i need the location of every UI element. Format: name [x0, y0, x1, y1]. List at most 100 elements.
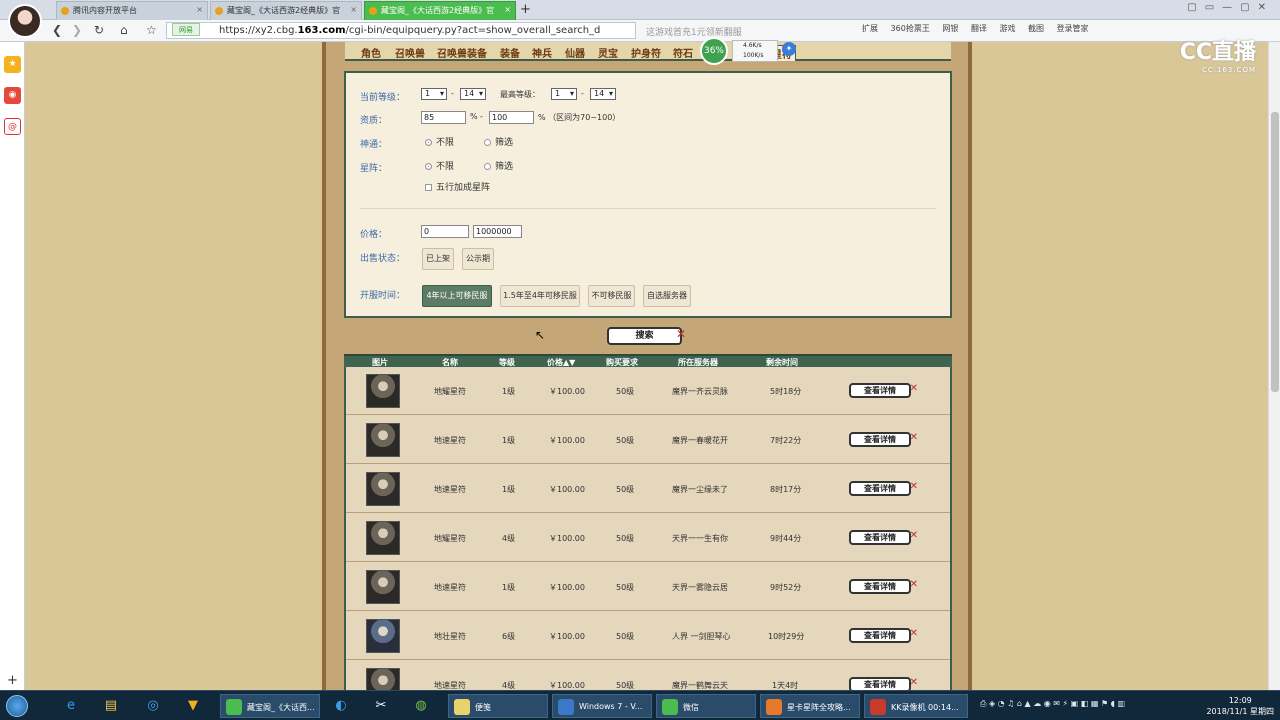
app-icon[interactable]: ◐: [328, 694, 354, 718]
login-manager[interactable]: 登录管家: [1057, 24, 1089, 33]
tab-cbg-active[interactable]: 藏宝阁_《大话西游2经典版》官 ×: [364, 1, 516, 20]
close-icon[interactable]: ×: [196, 5, 203, 14]
app-icon[interactable]: ◍: [408, 694, 434, 718]
open-time-no-migrate-button[interactable]: 不可移民服: [588, 285, 635, 307]
menu-amulet[interactable]: 护身符: [631, 45, 661, 60]
close-icon[interactable]: ×: [504, 5, 511, 14]
item-thumbnail[interactable]: [366, 374, 400, 408]
speed-widget[interactable]: 36% 4.6K/s 100K/s ✦: [700, 37, 810, 65]
current-level-from-select[interactable]: 1: [421, 88, 447, 100]
tab-cbg-1[interactable]: 藏宝阁_《大话西游2经典版》官 ×: [210, 1, 362, 20]
task-browser[interactable]: 藏宝阁_《大话西...: [220, 694, 320, 718]
price-to-input[interactable]: 1000000: [473, 225, 522, 238]
reload-icon[interactable]: ↻: [94, 23, 104, 37]
menu-xianqi[interactable]: 仙器: [565, 45, 585, 60]
app-icon[interactable]: ◎: [140, 694, 166, 718]
start-button[interactable]: [6, 695, 28, 717]
browser-tab-bar: 腾讯内容开放平台 × 藏宝阁_《大话西游2经典版》官 × 藏宝阁_《大话西游2经典版…: [0, 0, 1280, 20]
quality-to-input[interactable]: 100: [489, 111, 534, 124]
system-tray[interactable]: ⎙ ◈ ◔ ♫ ⌂ ▲ ☁ ◉ ✉ ⚡ ▣ ◧ ▦ ⚑ ◖ ▥: [980, 699, 1125, 709]
forward-icon[interactable]: ❯: [72, 23, 82, 37]
menu-fushi[interactable]: 符石: [673, 45, 693, 60]
max-level-to-select[interactable]: 14: [590, 88, 616, 100]
task-notes[interactable]: 便笺: [448, 694, 548, 718]
add-icon[interactable]: +: [4, 672, 21, 689]
accelerate-icon[interactable]: ✦: [782, 42, 796, 56]
security-badge: 网易: [172, 23, 200, 36]
page-scrollbar[interactable]: [1268, 42, 1280, 690]
results-table-body: 地耀星符 1级 ￥100.00 50级 魔界一齐云灵脉 5时18分 查看详情 地…: [344, 367, 952, 690]
xingzhen-unlimited-radio[interactable]: 不限: [425, 159, 454, 172]
explorer-folder-icon[interactable]: ▤: [98, 694, 124, 718]
menu-shenbing[interactable]: 神兵: [532, 45, 552, 60]
scrollbar-thumb[interactable]: [1271, 112, 1279, 392]
xingzhen-filter-radio[interactable]: 筛选: [484, 159, 513, 172]
view-detail-button[interactable]: 查看详情: [849, 432, 918, 447]
ie-icon[interactable]: e: [58, 694, 84, 718]
extension-item[interactable]: 翻译: [971, 24, 987, 33]
sale-status-label: 出售状态：: [360, 254, 406, 264]
view-detail-button[interactable]: 查看详情: [849, 579, 918, 594]
search-button[interactable]: 搜索 ✕: [607, 327, 686, 345]
item-thumbnail[interactable]: [366, 619, 400, 653]
close-icon[interactable]: ×: [350, 5, 357, 14]
weibo-icon[interactable]: ◉: [4, 87, 21, 104]
task-guide[interactable]: 星卡星阵全攻略...: [760, 694, 860, 718]
wuxing-checkbox[interactable]: 五行加成星阵: [425, 180, 490, 193]
back-icon[interactable]: ❮: [52, 23, 62, 37]
item-thumbnail[interactable]: [366, 521, 400, 555]
item-thumbnail[interactable]: [366, 423, 400, 457]
status-publicity-button[interactable]: 公示期: [462, 248, 494, 270]
menu-equip[interactable]: 装备: [500, 45, 520, 60]
item-thumbnail[interactable]: [366, 570, 400, 604]
table-row: 地速星符 4级 ￥100.00 50级 魔界一鹤舞云天 1天4时 查看详情: [346, 661, 950, 690]
view-detail-button[interactable]: 查看详情: [849, 383, 918, 398]
menu-lingbao[interactable]: 灵宝: [598, 45, 618, 60]
view-detail-button[interactable]: 查看详情: [849, 481, 918, 496]
menu-role[interactable]: 角色: [361, 45, 381, 60]
status-listed-button[interactable]: 已上架: [422, 248, 454, 270]
task-vm[interactable]: Windows 7 - V...: [552, 694, 652, 718]
view-detail-button[interactable]: 查看详情: [849, 530, 918, 545]
menu-pet-equip[interactable]: 召唤兽装备: [437, 45, 487, 60]
quality-range-note: % （区间为70~100）: [538, 113, 621, 122]
view-detail-button[interactable]: 查看详情: [849, 628, 918, 643]
open-time-label: 开服时间：: [360, 291, 406, 301]
task-wechat[interactable]: 微信: [656, 694, 756, 718]
open-time-1-5y-button[interactable]: 1.5年至4年可移民服: [500, 285, 580, 307]
extension-item[interactable]: 360抢票王: [891, 24, 930, 33]
app-icon[interactable]: ▼: [180, 694, 206, 718]
shentong-unlimited-radio[interactable]: 不限: [425, 135, 454, 148]
extension-item[interactable]: 游戏: [999, 24, 1015, 33]
side-toolbar: ★ ◉ @ +: [0, 42, 25, 690]
address-bar[interactable]: https://xy2.cbg.163.com/cgi-bin/equipque…: [166, 22, 636, 39]
favorites-star-icon[interactable]: ★: [4, 56, 21, 73]
app-icon[interactable]: ✂: [368, 694, 394, 718]
quality-from-input[interactable]: 85: [421, 111, 466, 124]
mail-at-icon[interactable]: @: [4, 118, 21, 135]
current-level-to-select[interactable]: 14: [460, 88, 486, 100]
view-detail-button[interactable]: 查看详情: [849, 677, 918, 690]
extension-item[interactable]: 截图: [1028, 24, 1044, 33]
avatar[interactable]: [8, 4, 42, 38]
tab-tencent[interactable]: 腾讯内容开放平台 ×: [56, 1, 208, 20]
extension-item[interactable]: 扩展: [862, 24, 878, 33]
speed-rates: 4.6K/s 100K/s: [732, 40, 778, 62]
clock[interactable]: 12:09 2018/11/1 星期四: [1206, 695, 1274, 717]
task-kk-recorder[interactable]: KK录像机 00:14...: [864, 694, 968, 718]
extension-item[interactable]: 网银: [942, 24, 958, 33]
item-thumbnail[interactable]: [366, 472, 400, 506]
divider: [360, 208, 936, 209]
max-level-from-select[interactable]: 1: [551, 88, 577, 100]
price-label: 价格：: [360, 230, 388, 240]
home-icon[interactable]: ⌂: [120, 23, 128, 37]
bookmark-star-icon[interactable]: ☆: [146, 23, 157, 37]
price-from-input[interactable]: 0: [421, 225, 469, 238]
shentong-filter-radio[interactable]: 筛选: [484, 135, 513, 148]
open-time-select-server-button[interactable]: 自选服务器: [643, 285, 691, 307]
open-time-4y-button[interactable]: 4年以上可移民服: [422, 285, 492, 307]
item-thumbnail[interactable]: [366, 668, 400, 690]
window-controls[interactable]: ▢▭—▢✕: [1187, 2, 1274, 13]
menu-pet[interactable]: 召唤兽: [395, 45, 425, 60]
new-tab-button[interactable]: +: [520, 2, 531, 17]
